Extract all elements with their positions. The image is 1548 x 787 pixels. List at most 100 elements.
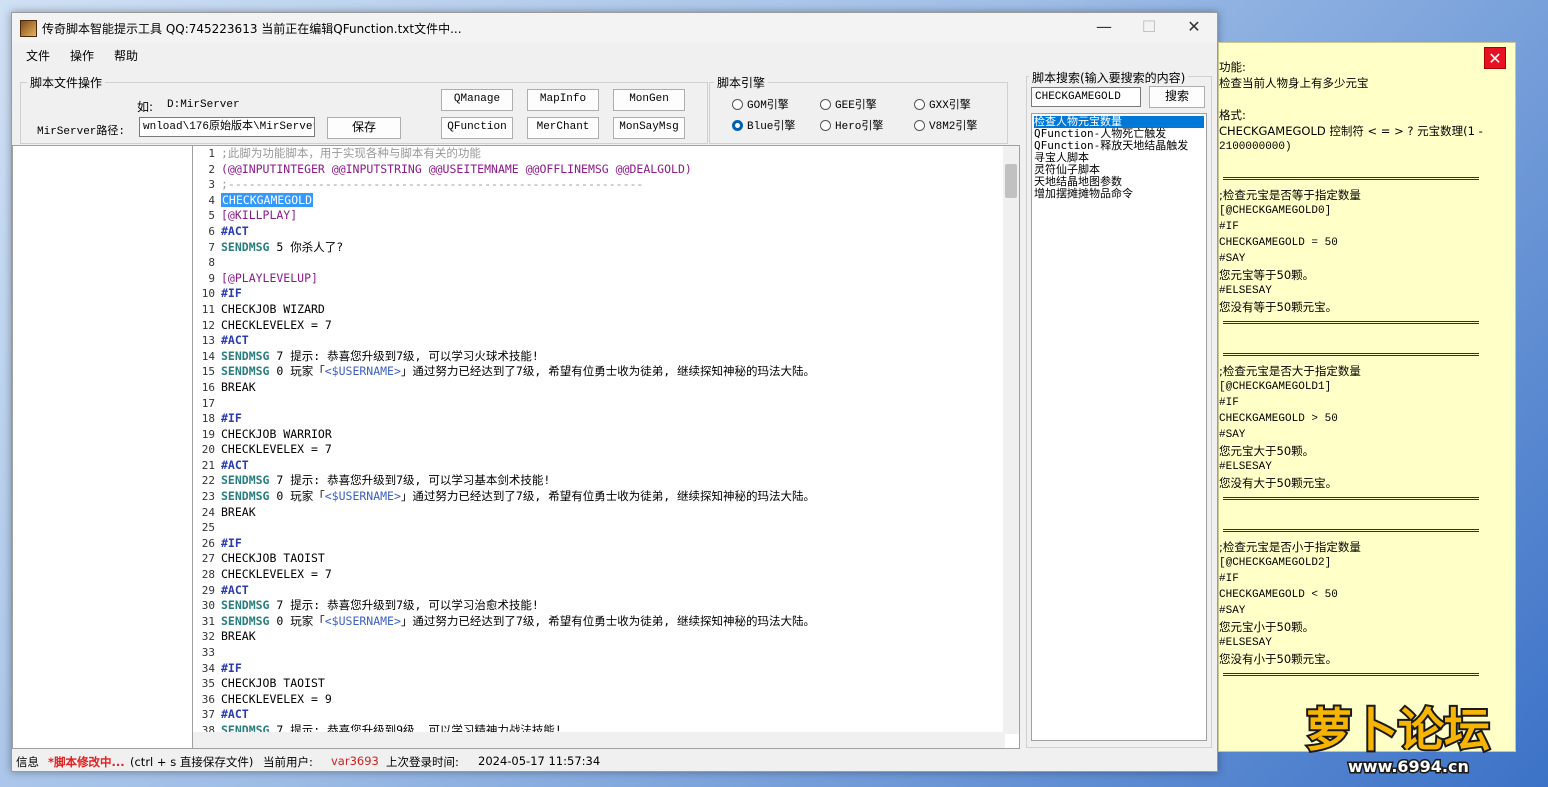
note-line: #ELSESAY — [1219, 285, 1272, 297]
code-line: 18 #IF — [193, 411, 1003, 427]
script-file-group: 脚本文件操作 如: D:MirServer MirServer路径: wnloa… — [20, 74, 708, 144]
help-note-panel: ✕ 功能: 检查当前人物身上有多少元宝 格式: CHECKGAMEGOLD 控制符 … — [1218, 42, 1516, 752]
editor-vertical-scrollbar[interactable] — [1003, 146, 1019, 734]
code-line: 12 CHECKLEVELEX = 7 — [193, 318, 1003, 334]
minimize-button[interactable]: — — [1081, 13, 1127, 43]
line-number: 22 — [201, 474, 215, 488]
note-line: 您没有大于50颗元宝。 — [1219, 476, 1338, 490]
note-separator — [1223, 177, 1479, 180]
line-number: 14 — [201, 349, 215, 363]
line-number: 2 — [208, 162, 215, 176]
mapinfo-button[interactable]: MapInfo — [527, 89, 599, 111]
code-line: 20 CHECKLEVELEX = 7 — [193, 442, 1003, 458]
note-line: 您没有等于50颗元宝。 — [1219, 300, 1338, 314]
engine-option-gee[interactable]: GEE引擎 — [820, 96, 877, 112]
line-number: 8 — [208, 256, 215, 270]
engine-option-v8m2[interactable]: V8M2引擎 — [914, 117, 977, 133]
code-text: CHECKLEVELEX = 7 — [221, 442, 332, 457]
file-tree-panel[interactable] — [12, 145, 193, 749]
note-line: CHECKGAMEGOLD = 50 — [1219, 237, 1338, 249]
engine-option-gom[interactable]: GOM引擎 — [732, 96, 789, 112]
code-line: 5 [@KILLPLAY] — [193, 208, 1003, 224]
line-number: 1 — [208, 147, 215, 160]
status-info-label: 信息 — [16, 755, 39, 769]
code-line: 34 #IF — [193, 661, 1003, 677]
main-window: 传奇脚本智能提示工具 QQ:745223613 当前正在编辑QFunction.… — [11, 12, 1218, 772]
status-login-label: 上次登录时间: — [386, 755, 459, 769]
code-text: CHECKJOB TAOIST — [221, 676, 325, 691]
script-file-group-label: 脚本文件操作 — [27, 74, 106, 91]
code-line: 33 — [193, 645, 1003, 661]
code-text: (@@INPUTINTEGER @@INPUTSTRING @@USEITEMN… — [221, 161, 692, 176]
code-text: CHECKLEVELEX = 7 — [221, 567, 332, 582]
engine-option-hero[interactable]: Hero引擎 — [820, 117, 883, 133]
note-line: 功能: — [1219, 60, 1246, 74]
menu-operate[interactable]: 操作 — [70, 47, 94, 64]
save-button[interactable]: 保存 — [327, 117, 401, 139]
note-line: [@CHECKGAMEGOLD1] — [1219, 381, 1332, 393]
radio-selected-icon — [732, 120, 743, 131]
line-number: 5 — [208, 209, 215, 223]
note-line: #ELSESAY — [1219, 637, 1272, 649]
status-user: var3693 — [331, 754, 379, 768]
line-number: 19 — [201, 427, 215, 441]
search-results-list: 检查人物元宝数量 QFunction-人物死亡触发 QFunction-释放天地… — [1031, 113, 1207, 741]
maximize-button[interactable]: ☐ — [1126, 13, 1172, 43]
search-group-label: 脚本搜索(输入要搜索的内容) — [1029, 69, 1189, 86]
note-line: 检查当前人物身上有多少元宝 — [1219, 76, 1369, 90]
mongen-button[interactable]: MonGen — [613, 89, 685, 111]
monsaymsg-button[interactable]: MonSayMsg — [613, 117, 685, 139]
radio-icon — [820, 99, 831, 110]
code-line: 35 CHECKJOB TAOIST — [193, 676, 1003, 692]
note-line: #SAY — [1219, 429, 1246, 441]
code-line: 9 [@PLAYLEVELUP] — [193, 271, 1003, 287]
radio-icon — [914, 120, 925, 131]
line-number: 13 — [201, 334, 215, 348]
code-line: 19 CHECKJOB WARRIOR — [193, 427, 1003, 443]
code-editor[interactable]: 1 ;此脚为功能脚本，用于实现各种与脚本有关的功能 2 (@@INPUTINTEGER… — [192, 145, 1020, 749]
note-separator — [1223, 321, 1479, 324]
search-button[interactable]: 搜索 — [1149, 86, 1205, 108]
engine-option-label: Hero引擎 — [835, 121, 884, 133]
title-bar[interactable]: 传奇脚本智能提示工具 QQ:745223613 当前正在编辑QFunction.… — [12, 13, 1217, 43]
close-button[interactable]: ✕ — [1171, 13, 1217, 43]
line-number: 28 — [201, 568, 215, 582]
merchant-button[interactable]: MerChant — [527, 117, 599, 139]
code-text: CHECKGAMEGOLD — [221, 192, 314, 207]
note-line: #SAY — [1219, 253, 1246, 265]
radio-icon — [914, 99, 925, 110]
note-line: #IF — [1219, 573, 1239, 585]
line-number: 25 — [201, 521, 215, 535]
menu-help[interactable]: 帮助 — [114, 47, 138, 64]
engine-option-gxx[interactable]: GXX引擎 — [914, 96, 971, 112]
code-line: 28 CHECKLEVELEX = 7 — [193, 567, 1003, 583]
search-input[interactable]: CHECKGAMEGOLD — [1031, 87, 1141, 107]
code-line: 14 SENDMSG 7 提示: 恭喜您升级到7级, 可以学习火球术技能! — [193, 349, 1003, 365]
menu-file[interactable]: 文件 — [26, 47, 50, 64]
scrollbar-thumb[interactable] — [1005, 164, 1017, 198]
code-line: 31 SENDMSG 0 玩家「<$USERNAME>」通过努力已经达到了7级, … — [193, 614, 1003, 630]
search-result[interactable]: 增加摆摊摊物品命令 — [1034, 188, 1133, 200]
status-modified: *脚本修改中... — [48, 755, 125, 769]
note-close-button[interactable]: ✕ — [1484, 47, 1506, 69]
line-number: 33 — [201, 646, 215, 659]
code-line: 13 #ACT — [193, 333, 1003, 349]
code-text: BREAK — [221, 379, 256, 394]
code-text: CHECKJOB WARRIOR — [221, 426, 332, 441]
status-user-label: 当前用户: — [263, 755, 313, 769]
line-number: 31 — [201, 614, 215, 628]
radio-icon — [732, 99, 743, 110]
path-input[interactable]: wnload\176原始版本\MirServer — [139, 117, 315, 137]
line-number: 18 — [201, 412, 215, 426]
editor-horizontal-scrollbar[interactable] — [193, 732, 1005, 748]
line-number: 16 — [201, 380, 215, 394]
engine-option-label: GEE引擎 — [835, 100, 877, 112]
watermark-logo: 萝卜论坛 www.6994.cn — [1300, 688, 1535, 780]
engine-option-blue[interactable]: Blue引擎 — [732, 117, 795, 133]
code-text: #ACT — [221, 333, 249, 348]
code-text: #IF — [221, 411, 242, 426]
qfunction-button[interactable]: QFunction — [441, 117, 513, 139]
code-line: 11 CHECKJOB WIZARD — [193, 302, 1003, 318]
line-number: 21 — [201, 458, 215, 472]
qmanage-button[interactable]: QManage — [441, 89, 513, 111]
